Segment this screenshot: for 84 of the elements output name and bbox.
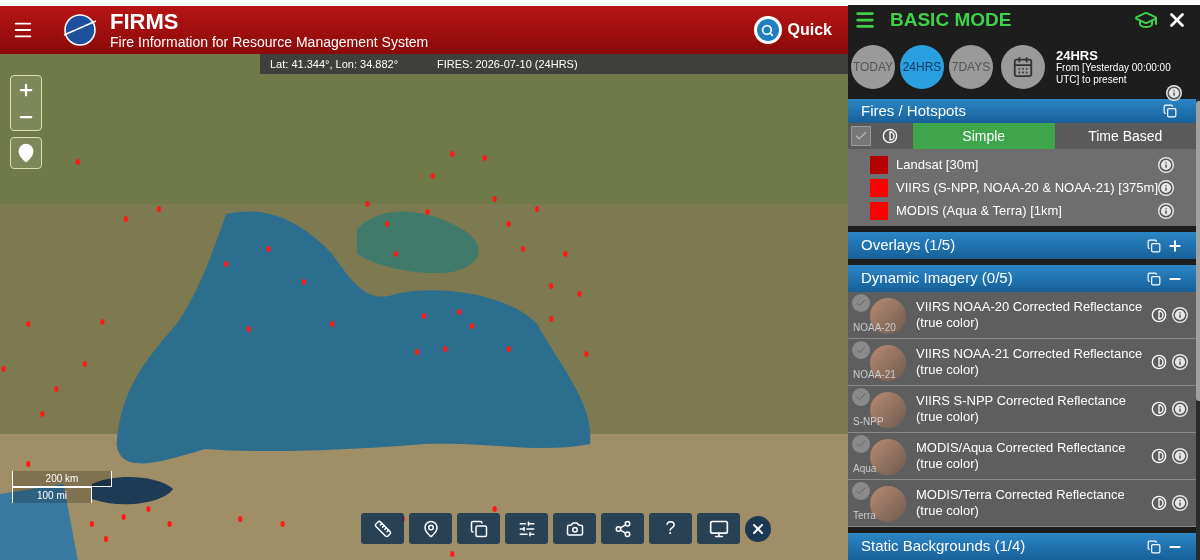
layer-name[interactable]: Landsat [30m] (896, 154, 1158, 175)
app-title: FIRMS (110, 11, 180, 33)
location-pin-icon (421, 519, 440, 538)
search-icon[interactable] (753, 16, 782, 44)
share-icon (613, 519, 632, 538)
checkbox[interactable] (852, 482, 870, 500)
info-icon[interactable] (1172, 401, 1188, 417)
checkbox[interactable] (852, 388, 870, 406)
app-subtitle: Fire Information for Resource Management System (110, 35, 429, 49)
range-title: 24HRS (1056, 48, 1099, 62)
time-range-button[interactable]: 24HRS (900, 45, 944, 89)
section-header[interactable]: Dynamic Imagery (0/5) (848, 265, 1196, 292)
check-icon (855, 485, 867, 497)
info-icon[interactable] (1172, 495, 1188, 511)
contrast-icon[interactable] (1151, 495, 1167, 511)
contrast-icon[interactable] (1151, 307, 1167, 323)
info-icon[interactable] (1172, 307, 1188, 323)
section-title: Dynamic Imagery (0/5) (861, 268, 1014, 289)
panel-title: BASIC MODE (890, 7, 1013, 32)
contrast-icon[interactable] (882, 128, 898, 144)
section-title: Static Backgrounds (1/4) (861, 536, 1027, 557)
camera-icon (565, 519, 584, 538)
check-icon (854, 129, 868, 143)
satellite-label: NOAA-21 (853, 368, 896, 382)
info-icon[interactable] (1158, 156, 1174, 173)
info-icon[interactable] (1172, 354, 1188, 370)
info-icon[interactable] (1166, 85, 1182, 101)
section-title: Fires / Hotspots (861, 100, 968, 121)
map-tool-button[interactable] (553, 513, 596, 544)
satellite-label: Terra (853, 509, 876, 523)
check-icon (855, 344, 867, 356)
imagery-name[interactable]: VIIRS NOAA-20 Corrected Reflectance (true color) (908, 299, 1151, 331)
range-description: From [Yesterday 00:00:00 UTC] to present (1056, 61, 1172, 86)
contrast-icon[interactable] (1151, 448, 1167, 464)
fires-date-text: FIRES: 2026-07-10 (24HRS) (437, 56, 578, 72)
scale-km-label: 200 km (12, 471, 112, 487)
layer-name[interactable]: VIIRS (S-NPP, NOAA-20 & NOAA-21) [375m] (896, 177, 1158, 198)
check-icon (855, 391, 867, 403)
coordinates-text: Lat: 41.344°, Lon: 34.882° (270, 56, 400, 72)
imagery-name[interactable]: VIIRS S-NPP Corrected Reflectance (true color) (908, 393, 1151, 425)
checkbox[interactable] (852, 435, 870, 453)
checkbox[interactable] (852, 294, 870, 312)
monitor-icon (708, 518, 729, 539)
satellite-label: S-NPP (853, 415, 884, 429)
section-header[interactable]: Overlays (1/5) (848, 232, 1196, 259)
scale-mi-label: 100 mi (12, 487, 92, 503)
map-tool-button[interactable] (361, 513, 404, 544)
satellite-label: NOAA-20 (853, 321, 896, 335)
check-icon (855, 438, 867, 450)
info-icon[interactable] (1172, 448, 1188, 464)
map-tool-button[interactable] (505, 513, 548, 544)
section-title: Overlays (1/5) (861, 235, 957, 256)
expand-icon[interactable] (1167, 237, 1183, 254)
contrast-icon[interactable] (1151, 401, 1167, 417)
calendar-button[interactable] (1001, 45, 1045, 89)
checkbox[interactable] (852, 341, 870, 359)
satellite-label: Aqua (853, 462, 877, 476)
check-icon (855, 297, 867, 309)
layers-icon (469, 519, 488, 538)
sliders-icon (517, 519, 536, 538)
calendar-icon (1012, 56, 1034, 78)
help-button[interactable]: ? (649, 513, 692, 544)
time-range-button[interactable]: 7DAYS (949, 45, 993, 89)
contrast-icon[interactable] (1151, 354, 1167, 370)
section-header[interactable]: Static Backgrounds (1/4) (848, 533, 1196, 560)
menu-icon[interactable] (854, 9, 876, 31)
section-header[interactable]: Fires / Hotspots (848, 99, 1196, 123)
location-pin-icon (16, 143, 36, 163)
imagery-name[interactable]: MODIS/Terra Corrected Reflectance (true color) (908, 487, 1151, 519)
map-tool-button[interactable] (457, 513, 500, 544)
imagery-name[interactable]: VIIRS NOAA-21 Corrected Reflectance (true color) (908, 346, 1151, 378)
map-tool-button[interactable] (601, 513, 644, 544)
display-button[interactable] (697, 513, 740, 544)
locate-button[interactable] (10, 137, 42, 169)
mode-tab[interactable]: Simple (913, 123, 1055, 149)
imagery-name[interactable]: MODIS/Aqua Corrected Reflectance (true color) (908, 440, 1151, 472)
checkbox[interactable] (851, 126, 871, 146)
quick-search-link[interactable]: Quick (787, 18, 832, 42)
info-icon[interactable] (1158, 202, 1174, 219)
info-icon[interactable] (1158, 179, 1174, 196)
map-tool-button[interactable] (409, 513, 452, 544)
layer-name[interactable]: MODIS (Aqua & Terra) [1km] (896, 200, 1158, 221)
time-range-button[interactable]: TODAY (851, 45, 895, 89)
ruler-icon (373, 519, 392, 538)
